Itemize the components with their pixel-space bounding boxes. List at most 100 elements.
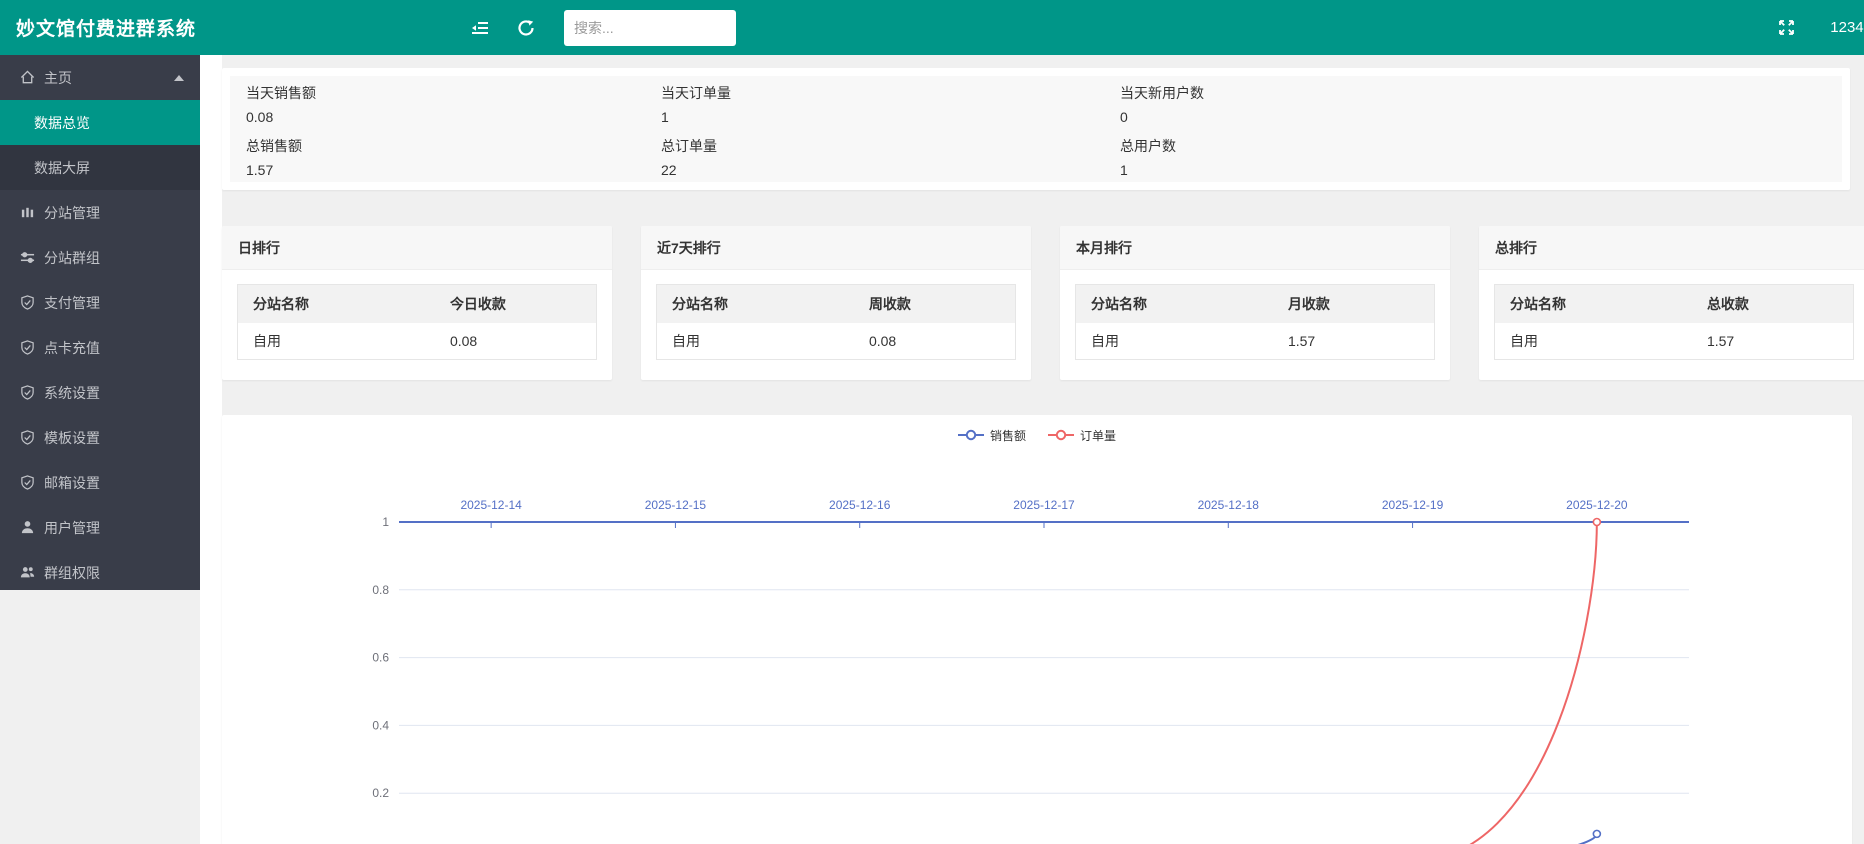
table-row: 自用0.08 [238, 323, 597, 360]
sidebar-item-substation-groups[interactable]: 分站群组 [0, 235, 200, 280]
chart-legend: 销售额 订单量 [222, 415, 1852, 445]
legend-marker-icon [958, 429, 984, 441]
table-header-row: 分站名称今日收款 [238, 285, 597, 323]
app-title: 妙文馆付费进群系统 [0, 14, 260, 41]
stat-value: 1 [1120, 162, 1826, 178]
svg-text:2025-12-16: 2025-12-16 [829, 498, 891, 512]
ranking-card-title: 本月排行 [1060, 226, 1450, 270]
stat-value: 1.57 [246, 162, 629, 178]
shield-check-icon [20, 340, 35, 355]
sidebar-item-label: 支付管理 [44, 293, 100, 313]
stat-cell: 总订单量22 [645, 129, 1104, 182]
ranking-table: 分站名称月收款自用1.57 [1075, 284, 1435, 360]
stat-label: 总销售额 [246, 136, 629, 156]
ranking-cards-row: 日排行分站名称今日收款自用0.08近7天排行分站名称周收款自用0.08本月排行分… [222, 226, 1864, 380]
sales-orders-chart-card: 销售额订单量 00.20.40.60.812025-12-142025-12-1… [222, 415, 1852, 844]
sidebar-subitem-data-screen[interactable]: 数据大屏 [0, 145, 200, 190]
columns-icon [20, 205, 35, 220]
svg-text:0.8: 0.8 [372, 583, 389, 597]
sidebar-item-label: 用户管理 [44, 518, 100, 538]
user-icon [20, 520, 35, 535]
ranking-table: 分站名称今日收款自用0.08 [237, 284, 597, 360]
svg-text:2025-12-15: 2025-12-15 [645, 498, 707, 512]
table-row: 自用1.57 [1076, 323, 1435, 360]
shield-check-icon [20, 385, 35, 400]
current-username[interactable]: 12345 [1830, 19, 1864, 36]
stat-label: 当天订单量 [661, 83, 1088, 103]
sidebar-item-payment-management[interactable]: 支付管理 [0, 280, 200, 325]
main-content: 当天销售额0.08当天订单量1当天新用户数0总销售额1.57总订单量22总用户数… [222, 55, 1864, 844]
stat-value: 0.08 [246, 109, 629, 125]
sidebar-item-substation-management[interactable]: 分站管理 [0, 190, 200, 235]
ranking-card-title: 日排行 [222, 226, 612, 270]
sidebar-subitem-data-overview[interactable]: 数据总览 [0, 100, 200, 145]
sidebar-subitem-label: 数据总览 [34, 113, 90, 133]
sidebar-item-label: 群组权限 [44, 563, 100, 583]
stats-panel: 当天销售额0.08当天订单量1当天新用户数0总销售额1.57总订单量22总用户数… [222, 68, 1850, 190]
svg-text:2025-12-20: 2025-12-20 [1566, 498, 1628, 512]
svg-text:2025-12-19: 2025-12-19 [1382, 498, 1444, 512]
stat-label: 总用户数 [1120, 136, 1826, 156]
table-row: 自用0.08 [657, 323, 1016, 360]
line-chart: 00.20.40.60.812025-12-142025-12-152025-1… [222, 445, 1852, 844]
ranking-table: 分站名称周收款自用0.08 [656, 284, 1016, 360]
ranking-card-title: 总排行 [1479, 226, 1864, 270]
top-header: 妙文馆付费进群系统 12345 [0, 0, 1864, 55]
svg-text:2025-12-18: 2025-12-18 [1198, 498, 1260, 512]
sliders-icon [20, 250, 35, 265]
ranking-card-title: 近7天排行 [641, 226, 1031, 270]
table-header-row: 分站名称周收款 [657, 285, 1016, 323]
svg-text:0.6: 0.6 [372, 651, 389, 665]
chevron-up-icon [174, 75, 184, 81]
ranking-table: 分站名称总收款自用1.57 [1494, 284, 1854, 360]
table-row: 自用1.57 [1495, 323, 1854, 360]
shield-check-icon [20, 295, 35, 310]
svg-text:2025-12-17: 2025-12-17 [1013, 498, 1075, 512]
sidebar-item-user-management[interactable]: 用户管理 [0, 505, 200, 550]
sidebar-item-label: 系统设置 [44, 383, 100, 403]
stat-cell: 总用户数 1 [1104, 129, 1842, 182]
sidebar-item-label: 主页 [44, 68, 72, 88]
table-header-row: 分站名称总收款 [1495, 285, 1854, 323]
fullscreen-icon[interactable] [1766, 8, 1806, 48]
shield-check-icon [20, 430, 35, 445]
shield-check-icon [20, 475, 35, 490]
sidebar-subitem-label: 数据大屏 [34, 158, 90, 178]
sidebar-item-group-permissions[interactable]: 群组权限 [0, 550, 200, 595]
sidebar-item-template-settings[interactable]: 模板设置 [0, 415, 200, 460]
legend-label: 订单量 [1080, 427, 1116, 444]
legend-label: 销售额 [990, 427, 1026, 444]
legend-marker-icon [1048, 429, 1074, 441]
stat-value: 1 [661, 109, 1088, 125]
svg-text:0.2: 0.2 [372, 786, 389, 800]
sidebar-item-label: 分站群组 [44, 248, 100, 268]
stat-cell: 当天新用户数 0 [1104, 76, 1842, 129]
stat-label: 当天新用户数 [1120, 83, 1826, 103]
sidebar-item-system-settings[interactable]: 系统设置 [0, 370, 200, 415]
svg-text:1: 1 [382, 515, 389, 529]
stat-value: 0 [1120, 109, 1826, 125]
collapse-menu-icon[interactable] [460, 8, 500, 48]
stat-cell: 总销售额 1.57 [230, 129, 645, 182]
stat-cell: 当天销售额 0.08 [230, 76, 645, 129]
sidebar-item-label: 模板设置 [44, 428, 100, 448]
stat-label: 当天销售额 [246, 83, 629, 103]
ranking-card-1: 近7天排行分站名称周收款自用0.08 [641, 226, 1031, 380]
ranking-card-2: 本月排行分站名称月收款自用1.57 [1060, 226, 1450, 380]
table-header-row: 分站名称月收款 [1076, 285, 1435, 323]
stat-value: 22 [661, 162, 1088, 178]
legend-item-1[interactable]: 订单量 [1048, 427, 1116, 444]
refresh-icon[interactable] [506, 8, 546, 48]
legend-item-0[interactable]: 销售额 [958, 427, 1026, 444]
sidebar-item-home[interactable]: 主页 [0, 55, 200, 100]
stat-cell: 当天订单量 1 [645, 76, 1104, 129]
sidebar-item-label: 点卡充值 [44, 338, 100, 358]
ranking-card-0: 日排行分站名称今日收款自用0.08 [222, 226, 612, 380]
svg-text:2025-12-14: 2025-12-14 [460, 498, 522, 512]
users-icon [20, 565, 35, 580]
sidebar-item-card-recharge[interactable]: 点卡充值 [0, 325, 200, 370]
sidebar-item-email-settings[interactable]: 邮箱设置 [0, 460, 200, 505]
ranking-card-3: 总排行分站名称总收款自用1.57 [1479, 226, 1864, 380]
main-gutter [200, 55, 222, 844]
search-input[interactable] [564, 10, 736, 46]
